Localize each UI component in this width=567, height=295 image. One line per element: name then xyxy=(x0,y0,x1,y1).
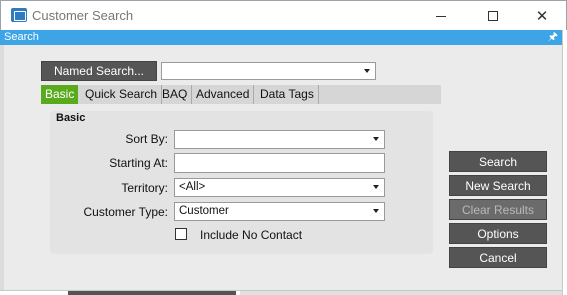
bottom-segment xyxy=(68,291,236,295)
customer-type-value: Customer xyxy=(179,205,229,217)
search-panel-header: Search 🖈 xyxy=(0,30,562,45)
sort-by-combo[interactable] xyxy=(174,130,385,149)
app-icon xyxy=(11,8,27,22)
chevron-down-icon[interactable] xyxy=(368,203,384,219)
chevron-down-icon[interactable] xyxy=(368,179,384,195)
panel-title: Search xyxy=(4,31,39,43)
starting-at-label: Starting At: xyxy=(109,156,168,170)
territory-combo[interactable]: <All> xyxy=(174,178,385,197)
tab-basic[interactable]: Basic xyxy=(41,85,79,104)
sort-by-label: Sort By: xyxy=(125,132,168,146)
territory-label: Territory: xyxy=(121,181,168,195)
tab-quick-search[interactable]: Quick Search xyxy=(81,85,163,104)
customer-type-combo[interactable]: Customer xyxy=(174,202,385,221)
bottom-segment xyxy=(240,291,562,295)
customer-type-label: Customer Type: xyxy=(83,205,168,219)
options-button[interactable]: Options xyxy=(449,223,547,244)
window-titlebar: Customer Search ✕ xyxy=(0,0,567,30)
close-button[interactable]: ✕ xyxy=(519,1,565,31)
minimize-icon xyxy=(436,15,446,17)
chevron-down-icon[interactable] xyxy=(368,131,384,147)
clear-results-button[interactable]: Clear Results xyxy=(449,199,547,220)
chevron-down-icon[interactable] xyxy=(359,63,375,79)
right-border xyxy=(562,30,567,295)
new-search-button[interactable]: New Search xyxy=(449,175,547,196)
minimize-button[interactable] xyxy=(418,1,464,31)
named-search-button[interactable]: Named Search... xyxy=(41,61,157,81)
left-border xyxy=(0,45,4,290)
territory-value: <All> xyxy=(179,181,206,193)
tab-advanced[interactable]: Advanced xyxy=(192,85,255,104)
include-no-contact-checkbox[interactable] xyxy=(175,228,187,240)
close-icon: ✕ xyxy=(535,7,549,25)
maximize-button[interactable] xyxy=(470,1,516,31)
tab-data-tags[interactable]: Data Tags xyxy=(256,85,319,104)
starting-at-input[interactable] xyxy=(174,153,385,173)
search-button[interactable]: Search xyxy=(449,151,547,172)
cancel-button[interactable]: Cancel xyxy=(449,247,547,268)
maximize-icon xyxy=(488,11,498,21)
window-title: Customer Search xyxy=(32,8,134,23)
pin-icon[interactable]: 🖈 xyxy=(548,30,558,45)
include-no-contact-label: Include No Contact xyxy=(200,228,303,242)
basic-group-title: Basic xyxy=(56,112,86,124)
named-search-combo[interactable] xyxy=(161,62,376,80)
search-tabs: Basic Quick Search BAQ Advanced Data Tag… xyxy=(41,85,441,104)
bottom-border xyxy=(0,290,562,295)
tab-baq[interactable]: BAQ xyxy=(158,85,193,104)
